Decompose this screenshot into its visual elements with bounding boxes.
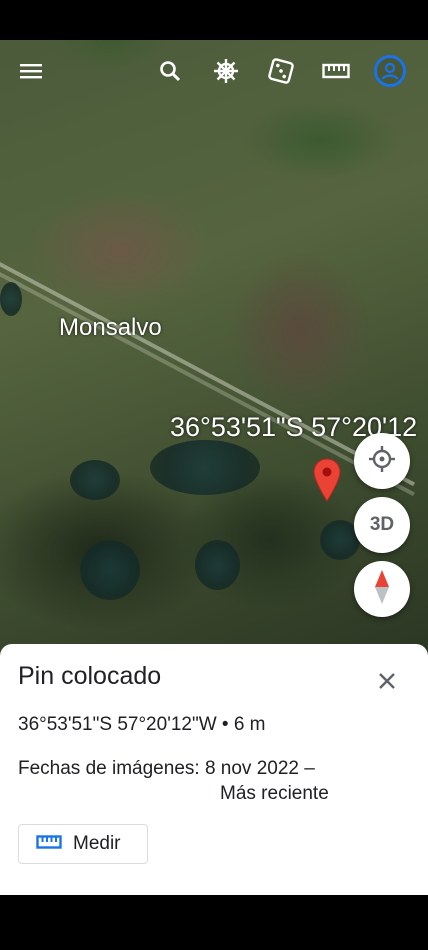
close-button[interactable]	[372, 668, 402, 698]
ruler-icon	[36, 834, 62, 855]
feeling-lucky-button[interactable]	[261, 48, 301, 94]
pin-coordinates: 36°53'51"S 57°20'12"W • 6 m	[18, 714, 266, 735]
measure-tool-button[interactable]	[316, 48, 356, 94]
search-button[interactable]	[150, 48, 190, 94]
voyager-button[interactable]	[206, 48, 246, 94]
account-button[interactable]	[370, 48, 410, 94]
map-pin-icon[interactable]	[313, 458, 341, 502]
imagery-dates-line2: Más reciente	[220, 783, 329, 804]
info-sheet: Pin colocado 36°53'51"S 57°20'12"W • 6 m…	[0, 644, 428, 895]
map-lagoon	[195, 540, 240, 590]
ruler-icon	[322, 62, 350, 80]
imagery-dates: Fechas de imágenes: 8 nov 2022 – Más rec…	[18, 756, 329, 806]
close-icon	[378, 672, 396, 695]
measure-button[interactable]: Medir	[18, 824, 148, 864]
map-lagoon	[150, 440, 260, 495]
search-icon	[158, 59, 182, 83]
compass-button[interactable]	[354, 561, 410, 617]
place-label: Monsalvo	[59, 314, 162, 341]
my-location-button[interactable]	[354, 433, 410, 489]
status-bar	[0, 0, 428, 40]
compass-icon	[374, 569, 390, 609]
system-nav-bar	[0, 895, 428, 950]
measure-button-label: Medir	[73, 833, 121, 854]
map-lagoon	[0, 282, 22, 316]
view-3d-label: 3D	[369, 514, 395, 535]
imagery-dates-line1: Fechas de imágenes: 8 nov 2022 –	[18, 758, 315, 779]
view-3d-button[interactable]: 3D	[354, 497, 410, 553]
sheet-title: Pin colocado	[18, 662, 162, 690]
my-location-icon	[367, 444, 397, 479]
dice-icon	[268, 58, 294, 84]
map-lagoon	[70, 460, 120, 500]
account-icon	[374, 55, 406, 87]
top-toolbar	[0, 48, 428, 94]
map-lagoon	[80, 540, 140, 600]
menu-icon	[19, 61, 43, 81]
ship-wheel-icon	[213, 58, 239, 84]
menu-button[interactable]	[11, 48, 51, 94]
